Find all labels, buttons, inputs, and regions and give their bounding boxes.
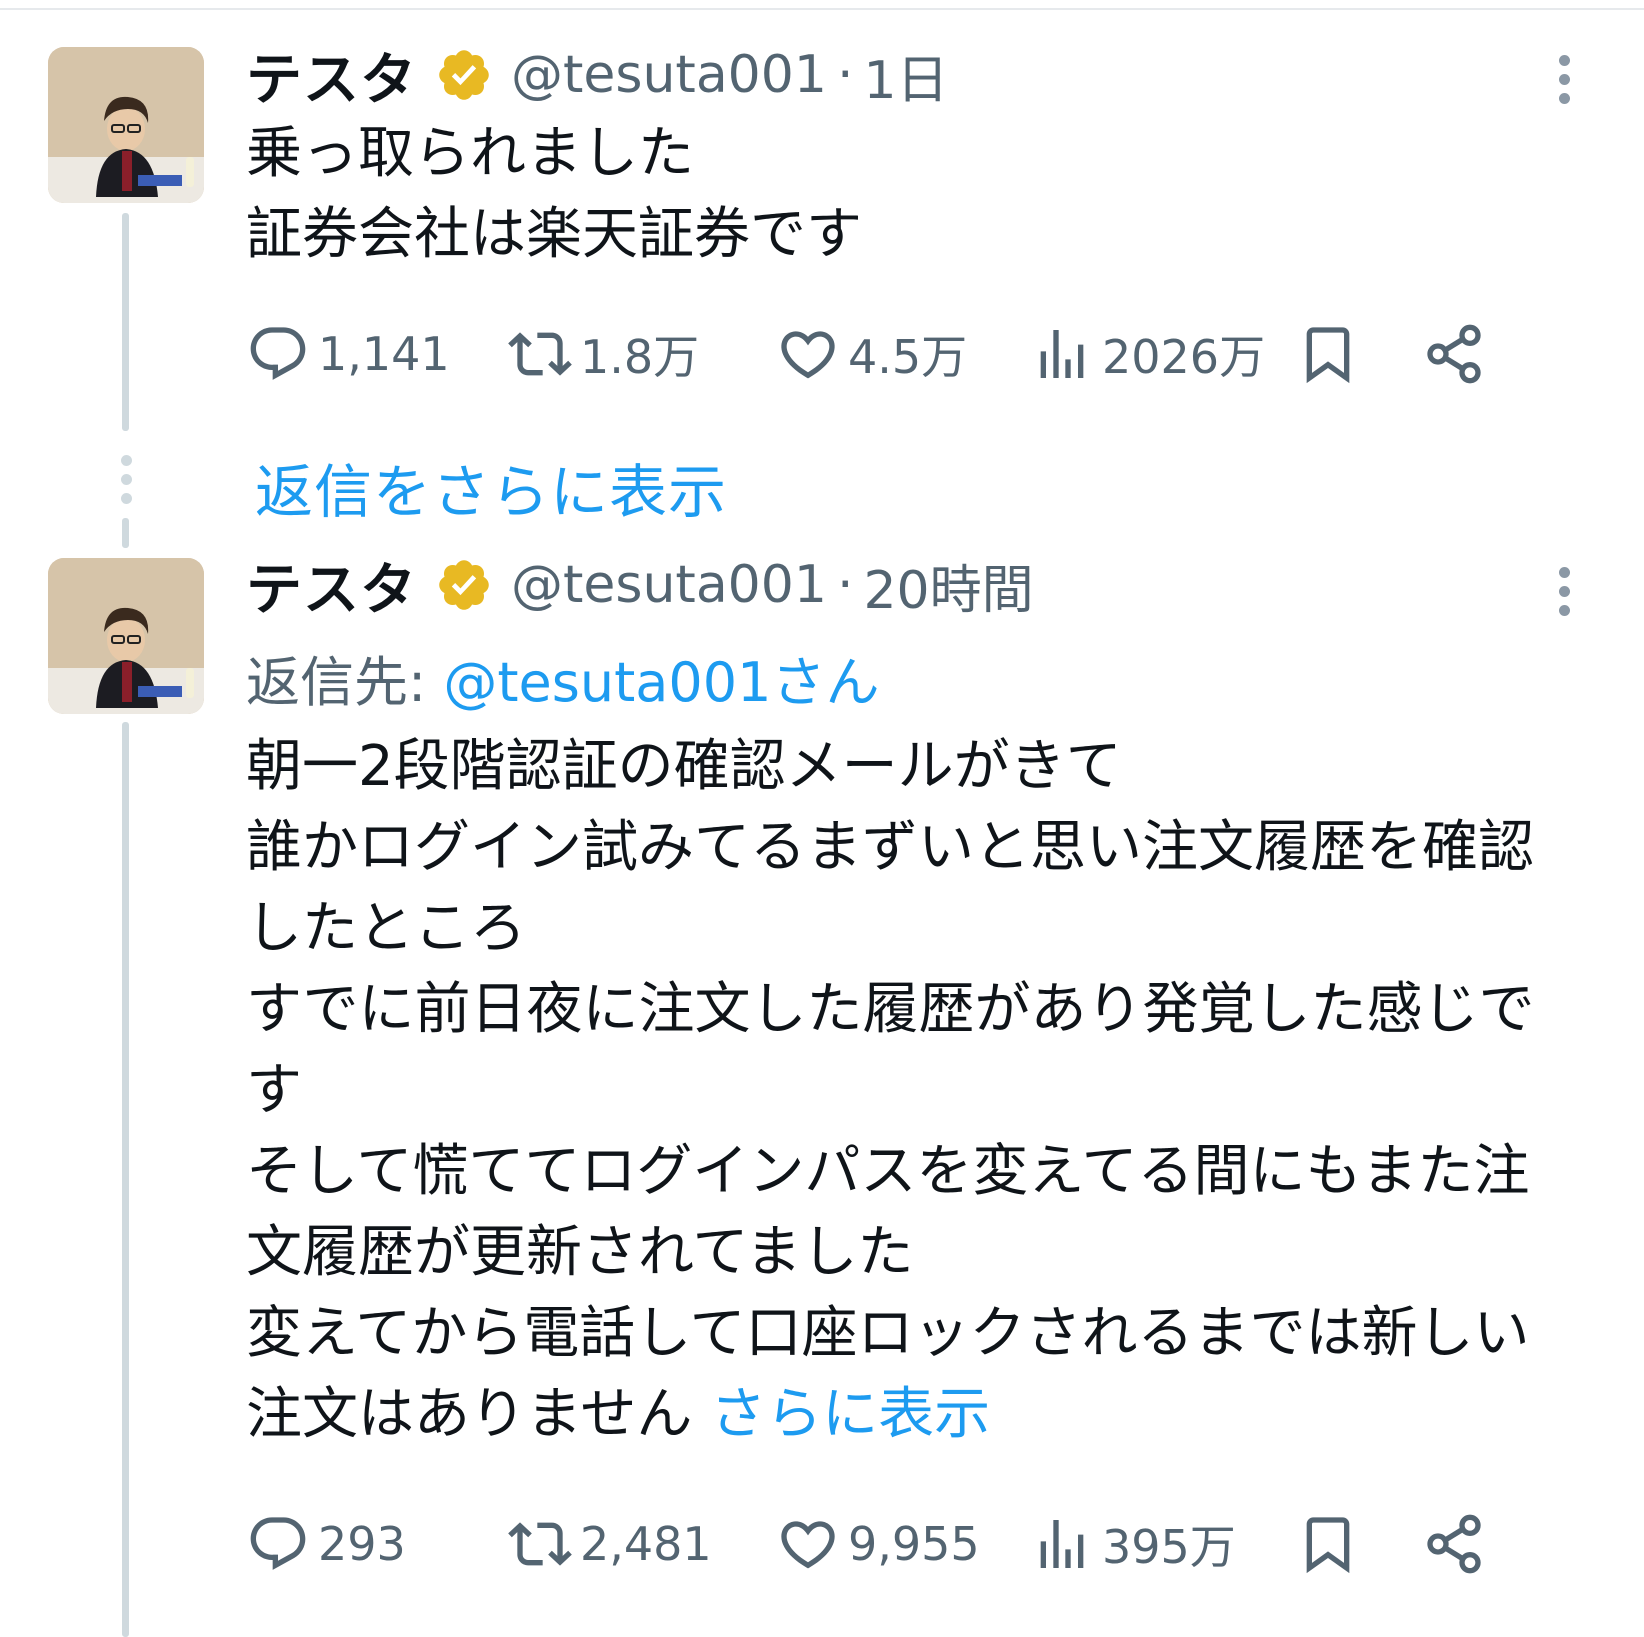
views-count: 2026万 <box>1102 330 1266 384</box>
avatar[interactable] <box>48 47 204 203</box>
verified-badge-icon[interactable] <box>435 46 493 104</box>
more-options-icon[interactable] <box>1552 567 1576 624</box>
reply-button[interactable]: 1,141 <box>246 314 450 394</box>
display-name[interactable]: テスタ <box>246 35 417 116</box>
retweet-button[interactable]: 2,481 <box>508 1504 712 1584</box>
avatar[interactable] <box>48 558 204 714</box>
views-button[interactable]: 395万 <box>1030 1504 1236 1584</box>
bookmark-button[interactable] <box>1296 314 1360 394</box>
views-icon <box>1040 330 1084 378</box>
like-icon <box>781 1521 835 1569</box>
avatar-photo <box>48 558 204 714</box>
share-icon <box>1427 324 1481 384</box>
like-count: 9,955 <box>848 1517 980 1571</box>
separator-dot: · <box>836 45 854 105</box>
retweet-count: 2,481 <box>580 1517 712 1571</box>
action-bar: 1,141 1.8万 4.5万 2026万 <box>246 314 1576 394</box>
share-icon <box>1427 1514 1481 1574</box>
tweet-text-content: 朝一2段階認証の確認メールがきて 誰かログイン試みてるまずいと思い注文履歴を確認… <box>246 734 1535 1447</box>
tweet-header: テスタ @tesuta001 · 20時間 <box>246 545 1034 625</box>
reply-count: 1,141 <box>318 327 450 381</box>
retweet-icon <box>508 332 572 376</box>
avatar-photo <box>48 47 204 203</box>
reply-button[interactable]: 293 <box>246 1504 406 1584</box>
more-options-icon[interactable] <box>1552 55 1576 112</box>
top-divider <box>0 0 1644 10</box>
retweet-count: 1.8万 <box>580 330 700 384</box>
user-handle[interactable]: @tesuta001 <box>511 45 827 105</box>
thread-line-lower <box>122 722 129 1637</box>
views-icon <box>1040 1520 1084 1568</box>
show-more-link[interactable]: さらに表示 <box>710 1382 990 1447</box>
like-button[interactable]: 9,955 <box>776 1504 980 1584</box>
views-button[interactable]: 2026万 <box>1030 314 1265 394</box>
reply-to-line: 返信先: @tesuta001さん <box>246 638 879 717</box>
timestamp[interactable]: 1日 <box>863 38 948 113</box>
thread-line-upper <box>122 213 129 431</box>
display-name[interactable]: テスタ <box>246 545 417 626</box>
tweet-header: テスタ @tesuta001 · 1日 <box>246 35 949 115</box>
bookmark-button[interactable] <box>1296 1504 1360 1584</box>
bookmark-icon <box>1306 327 1350 384</box>
reply-icon <box>250 1517 306 1570</box>
verified-badge-icon[interactable] <box>435 556 493 614</box>
show-more-replies-link[interactable]: 返信をさらに表示 <box>255 445 727 529</box>
tweet-text: 乗っ取られました 証券会社は楽天証券です <box>246 121 862 267</box>
retweet-icon <box>508 1522 572 1566</box>
timestamp[interactable]: 20時間 <box>863 548 1033 623</box>
user-handle[interactable]: @tesuta001 <box>511 555 827 615</box>
action-bar: 293 2,481 9,955 395万 <box>246 1504 1576 1584</box>
thread-line-connector <box>122 518 129 548</box>
like-button[interactable]: 4.5万 <box>776 314 967 394</box>
like-count: 4.5万 <box>848 330 968 384</box>
tweet-text: 朝一2段階認証の確認メールがきて 誰かログイン試みてるまずいと思い注文履歴を確認… <box>246 726 1576 1455</box>
reply-to-mention-link[interactable]: @tesuta001さん <box>443 651 879 714</box>
like-icon <box>781 331 835 379</box>
separator-dot: · <box>836 555 854 615</box>
bookmark-icon <box>1306 1517 1350 1574</box>
reply-icon <box>250 327 306 380</box>
share-button[interactable] <box>1422 314 1486 394</box>
reply-count: 293 <box>318 1517 406 1571</box>
thread-ellipsis-dots <box>116 455 136 512</box>
retweet-button[interactable]: 1.8万 <box>508 314 699 394</box>
reply-to-label: 返信先: <box>246 651 444 714</box>
share-button[interactable] <box>1422 1504 1486 1584</box>
views-count: 395万 <box>1102 1520 1236 1574</box>
